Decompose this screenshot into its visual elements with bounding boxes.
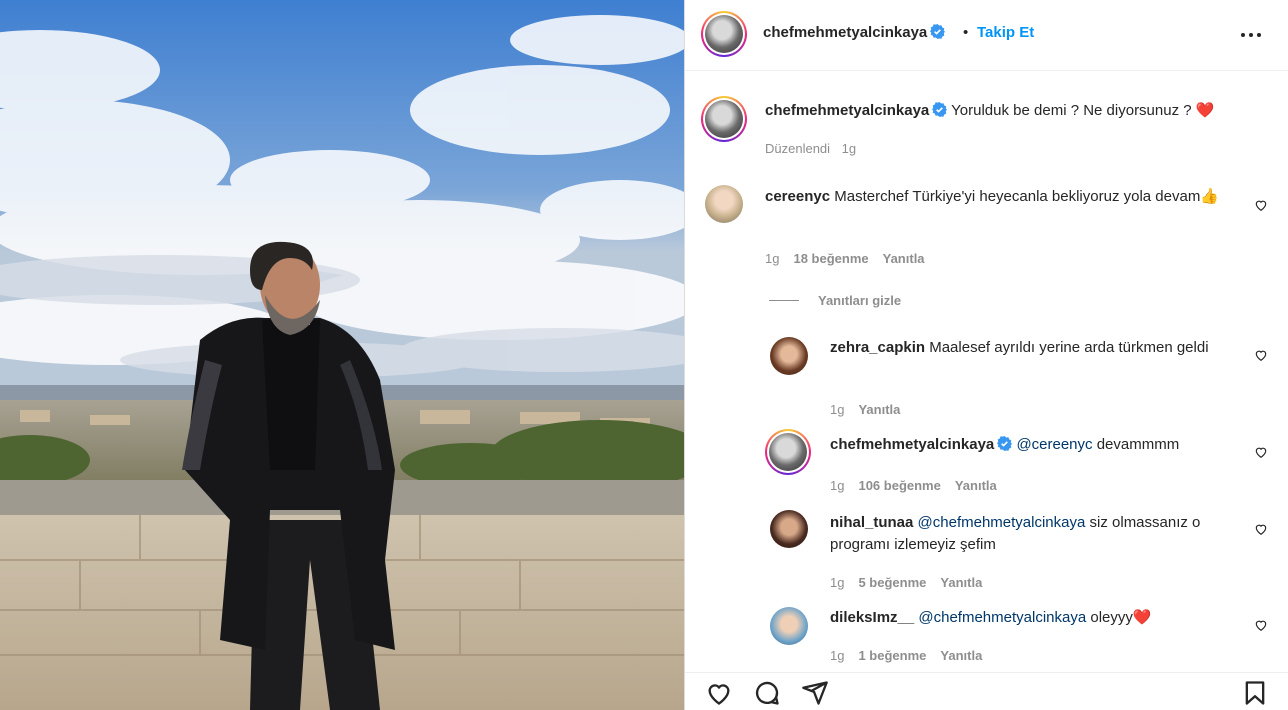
reply-avatar[interactable] [765, 429, 811, 475]
comment-meta: 1g 18 beğenme Yanıtla [765, 251, 925, 266]
bookmark-icon[interactable] [1241, 679, 1269, 707]
reply-mention[interactable]: @chefmehmetyalcinkaya [918, 514, 1086, 531]
reply-avatar[interactable] [770, 607, 808, 645]
reply-body: oleyyy❤️ [1090, 609, 1152, 626]
reply-time: 1g [830, 575, 845, 590]
separator-dot: • [963, 24, 969, 41]
reply-button[interactable]: Yanıtla [940, 575, 982, 590]
caption-text: Yorulduk be demi ? Ne diyorsunuz ? [951, 102, 1192, 119]
reply-button[interactable]: Yanıtla [940, 648, 982, 663]
post-image [0, 0, 684, 710]
reply-like-icon[interactable] [1254, 445, 1268, 459]
reply-text: dileksImz__ @chefmehmetyalcinkaya oleyyy… [830, 607, 1240, 629]
reply-username[interactable]: chefmehmetyalcinkaya [830, 436, 994, 453]
author-username[interactable]: chefmehmetyalcinkaya [763, 24, 946, 41]
reply-body: devammmm [1096, 436, 1180, 453]
reply-mention[interactable]: @chefmehmetyalcinkaya [918, 609, 1086, 626]
reply-username[interactable]: zehra_capkin [830, 339, 925, 356]
reply-meta: 1g 5 beğenme Yanıtla [830, 575, 982, 590]
reply-text: zehra_capkin Maalesef ayrıldı yerine ard… [830, 337, 1240, 359]
reply-text: nihal_tunaa @chefmehmetyalcinkaya siz ol… [830, 512, 1240, 556]
reply-username[interactable]: dileksImz__ [830, 609, 914, 626]
caption-author[interactable]: chefmehmetyalcinkaya [765, 102, 929, 119]
post-side-panel: chefmehmetyalcinkaya • Takip Et chefmehm… [684, 0, 1288, 710]
reply-mention[interactable]: @cereenyc [1016, 436, 1092, 453]
reply-meta: 1g 1 beğenme Yanıtla [830, 648, 982, 663]
reply-button[interactable]: Yanıtla [858, 402, 900, 417]
post-header: chefmehmetyalcinkaya • Takip Et [685, 0, 1288, 71]
reply-likes[interactable]: 106 beğenme [858, 478, 940, 493]
replies-divider [769, 300, 799, 301]
verified-icon [930, 24, 946, 39]
caption-emoji: ❤️ [1195, 102, 1215, 119]
caption: chefmehmetyalcinkaya Yorulduk be demi ? … [765, 100, 1270, 122]
comment-icon[interactable] [753, 679, 781, 707]
verified-icon [932, 102, 948, 117]
reply-likes[interactable]: 5 beğenme [858, 575, 926, 590]
verified-icon [997, 436, 1013, 451]
comment-username[interactable]: cereenyc [765, 188, 830, 205]
reply-button[interactable]: Yanıtla [955, 478, 997, 493]
reply-button[interactable]: Yanıtla [883, 251, 925, 266]
post-action-bar [685, 672, 1288, 710]
reply-username[interactable]: nihal_tunaa [830, 514, 913, 531]
reply-time: 1g [830, 402, 845, 417]
reply-meta: 1g 106 beğenme Yanıtla [830, 478, 997, 493]
edited-label: Düzenlendi [765, 141, 831, 156]
reply-time: 1g [830, 648, 845, 663]
comment-like-icon[interactable] [1254, 198, 1268, 212]
caption-author-avatar[interactable] [701, 96, 747, 142]
reply-body: Maalesef ayrıldı yerine arda türkmen gel… [929, 339, 1209, 356]
follow-button[interactable]: Takip Et [977, 24, 1034, 41]
comment-text: cereenyc Masterchef Türkiye'yi heyecanla… [765, 186, 1235, 208]
caption-meta: Düzenlendi 1g [765, 141, 856, 156]
reply-text: chefmehmetyalcinkaya @cereenyc devammmm [830, 434, 1240, 456]
reply-like-icon[interactable] [1254, 348, 1268, 362]
reply-avatar[interactable] [770, 337, 808, 375]
author-avatar[interactable] [701, 11, 747, 57]
reply-likes[interactable]: 1 beğenme [858, 648, 926, 663]
reply-meta: 1g Yanıtla [830, 402, 900, 417]
reply-avatar[interactable] [770, 510, 808, 548]
comment-likes[interactable]: 18 beğenme [793, 251, 868, 266]
comment-time: 1g [765, 251, 780, 266]
reply-like-icon[interactable] [1254, 618, 1268, 632]
comment-body: Masterchef Türkiye'yi heyecanla bekliyor… [834, 188, 1219, 205]
share-icon[interactable] [801, 679, 829, 707]
post-photo[interactable] [0, 0, 684, 710]
commenter-avatar[interactable] [705, 185, 743, 223]
more-options-icon[interactable] [1239, 26, 1263, 44]
caption-time: 1g [841, 141, 857, 156]
comments-scroll-area[interactable]: chefmehmetyalcinkaya Yorulduk be demi ? … [685, 71, 1288, 672]
heart-icon[interactable] [705, 679, 733, 707]
reply-like-icon[interactable] [1254, 522, 1268, 536]
hide-replies-button[interactable]: Yanıtları gizle [818, 293, 901, 308]
reply-time: 1g [830, 478, 845, 493]
